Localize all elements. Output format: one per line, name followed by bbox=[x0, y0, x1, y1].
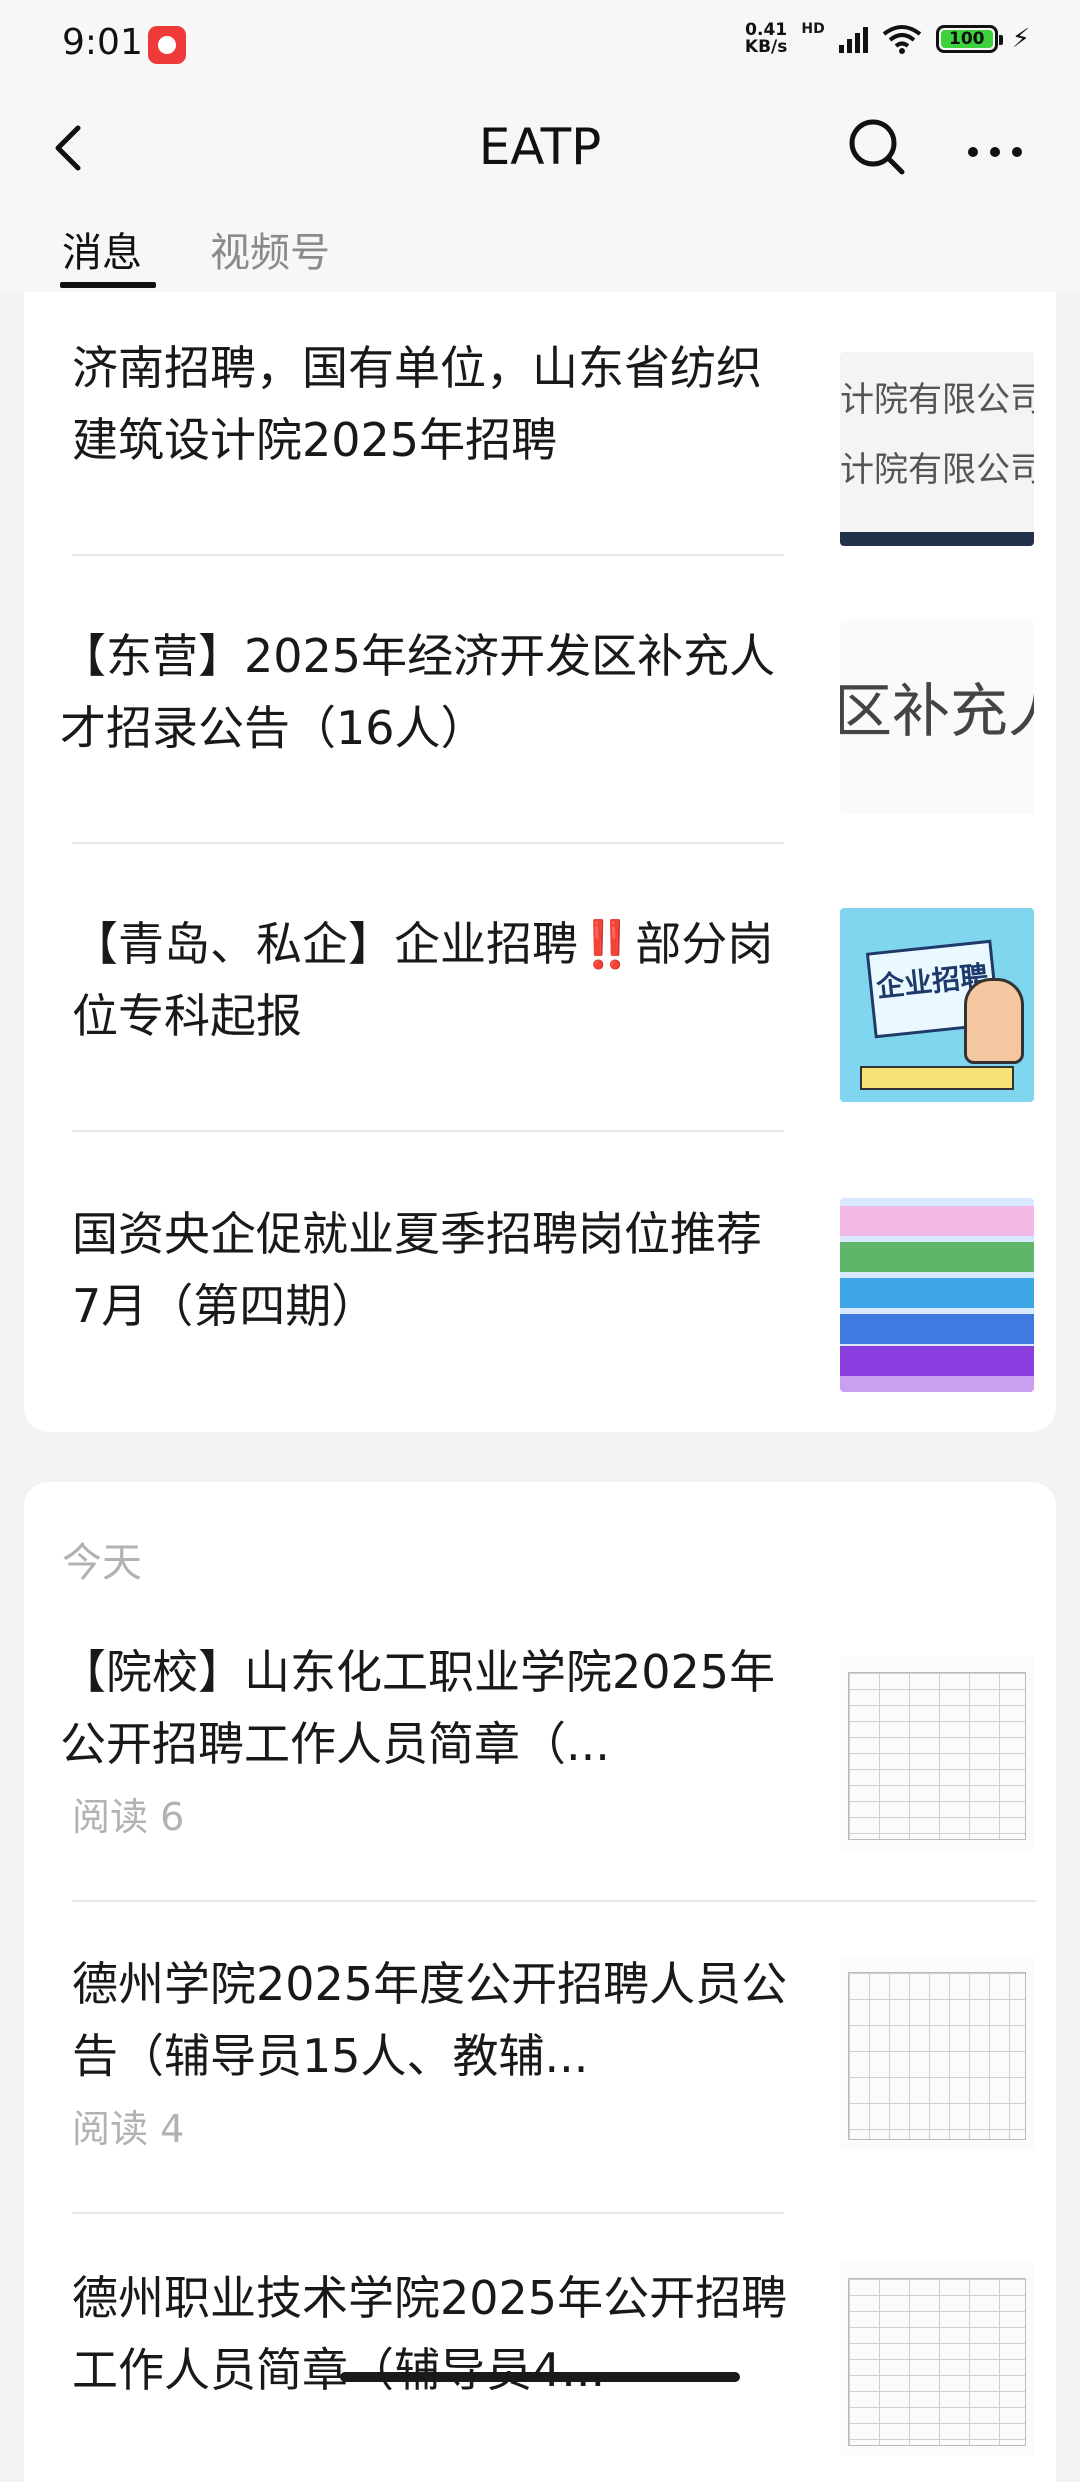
article-thumbnail bbox=[840, 2262, 1034, 2456]
article-thumbnail: 企业招聘 bbox=[840, 908, 1034, 1102]
thumbnail-text: 区补充人 bbox=[840, 677, 1034, 745]
battery-level: 100 bbox=[948, 29, 985, 49]
battery-icon: 100 bbox=[935, 25, 1003, 53]
article-title: 国资央企促就业夏季招聘岗位推荐 7月（第四期） bbox=[72, 1207, 762, 1333]
divider bbox=[72, 842, 784, 844]
page-title: EATP bbox=[478, 118, 602, 176]
article-title: 【东营】2025年经济开发区补充人才招录公告（16人） bbox=[60, 629, 776, 755]
read-count: 阅读 6 bbox=[72, 1795, 185, 1839]
network-speed: 0.41 KB/s bbox=[745, 22, 787, 56]
article-item[interactable]: 【青岛、私企】企业招聘‼️部分岗位专科起报 企业招聘 bbox=[72, 908, 1034, 1102]
message-group-card: 济南招聘，国有单位，山东省纺织建筑设计院2025年招聘 计院有限公司 计院有限公… bbox=[24, 292, 1056, 1432]
article-item[interactable]: 德州学院2025年度公开招聘人员公告（辅导员15人、教辅... 阅读 4 bbox=[72, 1948, 1034, 2178]
read-count: 阅读 4 bbox=[72, 2107, 185, 2151]
wifi-icon bbox=[882, 25, 921, 54]
tab-messages[interactable]: 消息 bbox=[62, 220, 142, 278]
article-thumbnail bbox=[840, 1956, 1034, 2150]
divider bbox=[72, 1130, 784, 1132]
article-thumbnail: 区补充人 bbox=[840, 620, 1034, 814]
thumbnail-text: 计院有限公司 bbox=[840, 450, 1034, 490]
home-indicator[interactable] bbox=[340, 2372, 740, 2382]
thumbnail-text: 计院有限公司 bbox=[840, 380, 1034, 420]
article-thumbnail: 计院有限公司 计院有限公司 bbox=[840, 352, 1034, 546]
divider bbox=[72, 554, 784, 556]
more-options-icon[interactable] bbox=[960, 114, 1030, 180]
tab-channels[interactable]: 视频号 bbox=[210, 220, 330, 278]
search-icon[interactable] bbox=[844, 114, 910, 180]
section-label-today: 今天 bbox=[62, 1540, 142, 1586]
article-title: 【青岛、私企】企业招聘‼️部分岗位专科起报 bbox=[72, 917, 774, 1043]
network-speed-unit: KB/s bbox=[744, 37, 788, 57]
app-notification-icon bbox=[148, 26, 186, 64]
status-time: 9:01 bbox=[62, 22, 143, 63]
article-thumbnail bbox=[840, 1198, 1034, 1392]
article-item[interactable]: 【院校】山东化工职业学院2025年公开招聘工作人员简章（... 阅读 6 bbox=[60, 1636, 1034, 1866]
article-title: 德州学院2025年度公开招聘人员公告（辅导员15人、教辅... bbox=[72, 1957, 788, 2083]
hd-label: HD bbox=[801, 21, 825, 37]
article-item[interactable]: 国资央企促就业夏季招聘岗位推荐 7月（第四期） bbox=[72, 1198, 1034, 1392]
active-tab-indicator bbox=[60, 282, 156, 288]
article-item[interactable]: 德州职业技术学院2025年公开招聘工作人员简章（辅导员4... bbox=[72, 2262, 1034, 2462]
article-title: 【院校】山东化工职业学院2025年公开招聘工作人员简章（... bbox=[60, 1645, 776, 1771]
tab-bar: 消息 视频号 bbox=[0, 210, 1080, 292]
divider bbox=[72, 2212, 784, 2214]
article-thumbnail bbox=[840, 1656, 1034, 1850]
article-item[interactable]: 【东营】2025年经济开发区补充人才招录公告（16人） 区补充人 bbox=[60, 620, 1034, 814]
divider bbox=[72, 1900, 1036, 1902]
article-title: 德州职业技术学院2025年公开招聘工作人员简章（辅导员4... bbox=[72, 2271, 788, 2397]
article-title: 济南招聘，国有单位，山东省纺织建筑设计院2025年招聘 bbox=[72, 341, 762, 467]
signal-icon bbox=[838, 25, 868, 53]
nav-bar: EATP bbox=[0, 90, 1080, 210]
article-item[interactable]: 济南招聘，国有单位，山东省纺织建筑设计院2025年招聘 计院有限公司 计院有限公… bbox=[72, 332, 1034, 546]
today-message-card: 今天 【院校】山东化工职业学院2025年公开招聘工作人员简章（... 阅读 6 … bbox=[24, 1482, 1056, 2482]
charging-icon: ⚡ bbox=[1011, 24, 1030, 54]
status-indicators: 0.41 KB/s HD 100 ⚡ bbox=[745, 21, 1030, 56]
status-bar: 9:01 0.41 KB/s HD 100 ⚡ bbox=[0, 0, 1080, 90]
